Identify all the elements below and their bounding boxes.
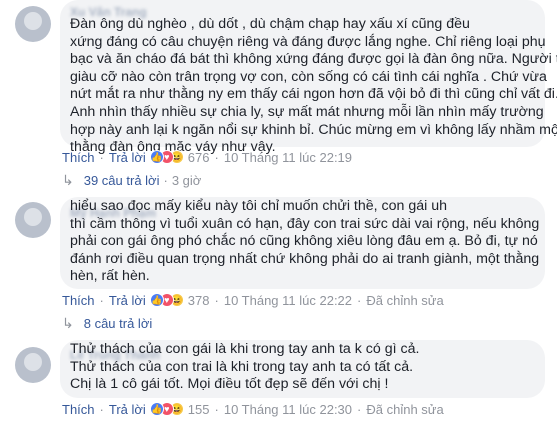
reply-link[interactable]: Trả lời [109,150,146,165]
reply-arrow-icon: ↳ [62,172,74,188]
replies-count[interactable]: 39 câu trả lời [84,173,160,188]
edited-label[interactable]: Đã chỉnh sửa [366,293,443,308]
comment-text: Thử thách của con gái là khi trong tay a… [70,341,420,393]
reactions[interactable]: 👍 ♥ 😆 [149,402,184,416]
view-replies[interactable]: ↳ 8 câu trả lời [62,315,152,332]
like-reaction-icon: 👍 [149,402,164,416]
comment-actions: Thích · Trả lời 👍 ♥ 😆 676 · 10 Tháng 11 … [62,148,352,166]
reaction-count[interactable]: 378 [188,293,210,308]
like-link[interactable]: Thích [62,150,95,165]
replies-time: 3 giờ [171,173,202,188]
separator: · [99,292,104,308]
view-replies[interactable]: ↳ 39 câu trả lời · 3 giờ [62,172,201,189]
comment-actions: Thích · Trả lời 👍 ♥ 😆 378 · 10 Tháng 11 … [62,291,444,309]
separator: · [357,401,362,417]
reaction-count[interactable]: 155 [188,402,210,417]
comment-timestamp[interactable]: 10 Tháng 11 lúc 22:22 [224,293,352,308]
separator: · [214,292,219,308]
separator: · [214,401,219,417]
separator: · [99,401,104,417]
comment-text: hiểu sao đọc mấy kiểu này tôi chỉ muốn c… [70,198,540,285]
avatar[interactable] [15,347,51,383]
comment-timestamp[interactable]: 10 Tháng 11 lúc 22:30 [224,402,352,417]
avatar[interactable] [15,6,51,42]
separator: · [357,292,362,308]
separator: · [99,149,104,165]
reactions[interactable]: 👍 ♥ 😆 [149,293,184,307]
like-link[interactable]: Thích [62,293,95,308]
separator: · [214,149,219,165]
like-link[interactable]: Thích [62,402,95,417]
reply-link[interactable]: Trả lời [109,293,146,308]
edited-label[interactable]: Đã chỉnh sửa [366,402,443,417]
reply-link[interactable]: Trả lời [109,402,146,417]
comment-actions: Thích · Trả lời 👍 ♥ 😆 155 · 10 Tháng 11 … [62,400,444,418]
reaction-count[interactable]: 676 [188,150,210,165]
comment-timestamp[interactable]: 10 Tháng 11 lúc 22:19 [224,150,352,165]
like-reaction-icon: 👍 [149,150,164,164]
reactions[interactable]: 👍 ♥ 😆 [149,150,184,164]
replies-count[interactable]: 8 câu trả lời [84,316,153,331]
reply-arrow-icon: ↳ [62,315,74,331]
like-reaction-icon: 👍 [149,293,164,307]
separator: · [163,173,168,188]
avatar[interactable] [15,202,51,238]
comment-text: Đàn ông dù nghèo , dù dốt , dù chậm chạp… [70,16,557,156]
